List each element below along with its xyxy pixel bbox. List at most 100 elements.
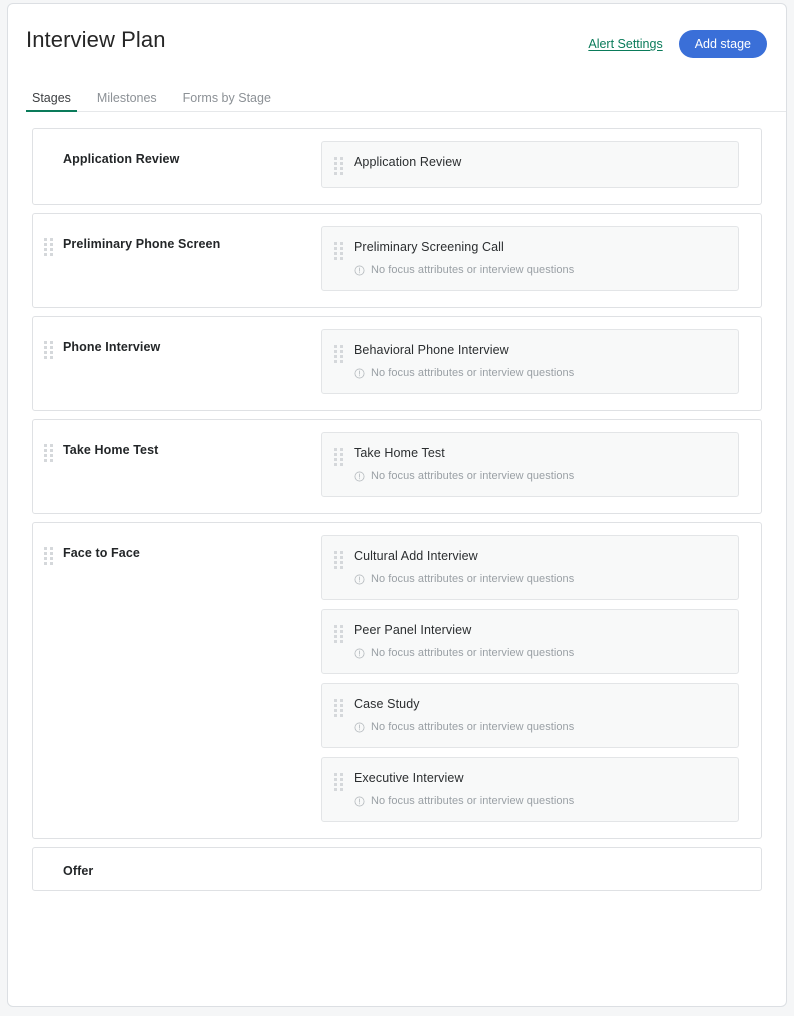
drag-dot bbox=[49, 356, 53, 359]
no-attributes-label: No focus attributes or interview questio… bbox=[371, 573, 575, 585]
drag-dot bbox=[43, 243, 47, 246]
drag-dot bbox=[333, 551, 337, 554]
stage-card[interactable]: Face to Face Cultural Add Interview No foc… bbox=[32, 522, 762, 839]
interview-item-title: Behavioral Phone Interview bbox=[354, 343, 509, 357]
no-attributes-label: No focus attributes or interview questio… bbox=[371, 264, 575, 276]
stage-drag-handle-slot bbox=[33, 237, 63, 256]
stage-header: Preliminary Phone Screen bbox=[33, 214, 321, 307]
interview-plan-panel: Interview Plan Alert Settings Add stage … bbox=[7, 3, 787, 1007]
stage-card[interactable]: Application Review Application Review bbox=[32, 128, 762, 205]
drag-dot bbox=[333, 566, 337, 569]
item-drag-handle-slot bbox=[322, 697, 354, 734]
stage-items: Cultural Add Interview No focus attribute… bbox=[321, 523, 761, 838]
tab-stages[interactable]: Stages bbox=[26, 91, 77, 112]
drag-dot bbox=[43, 454, 47, 457]
stage-items: Application Review bbox=[321, 129, 761, 204]
stage-drag-handle-icon[interactable] bbox=[43, 444, 53, 462]
drag-dot bbox=[339, 242, 343, 245]
drag-dot bbox=[339, 556, 343, 559]
stage-items: Take Home Test No focus attributes or int… bbox=[321, 420, 761, 513]
add-stage-button[interactable]: Add stage bbox=[678, 30, 767, 58]
interview-item-card[interactable]: Cultural Add Interview No focus attribute… bbox=[321, 535, 739, 600]
drag-dot bbox=[49, 552, 53, 555]
stage-card[interactable]: Phone Interview Behavioral Phone Intervie… bbox=[32, 316, 762, 411]
drag-dot bbox=[49, 562, 53, 565]
interview-item-meta: No focus attributes or interview questio… bbox=[354, 721, 726, 734]
item-drag-handle-slot bbox=[322, 771, 354, 808]
no-attributes-label: No focus attributes or interview questio… bbox=[371, 721, 575, 733]
item-drag-handle-icon[interactable] bbox=[333, 242, 343, 260]
drag-dot bbox=[339, 561, 343, 564]
drag-dot bbox=[49, 346, 53, 349]
drag-dot bbox=[43, 459, 47, 462]
interview-item-card[interactable]: Preliminary Screening Call No focus attri… bbox=[321, 226, 739, 291]
drag-dot bbox=[49, 351, 53, 354]
no-attributes-label: No focus attributes or interview questio… bbox=[371, 647, 575, 659]
item-drag-handle-icon[interactable] bbox=[333, 699, 343, 717]
tab-forms-by-stage[interactable]: Forms by Stage bbox=[177, 91, 277, 112]
drag-dot bbox=[43, 341, 47, 344]
item-drag-handle-icon[interactable] bbox=[333, 448, 343, 466]
item-drag-handle-slot bbox=[322, 155, 354, 175]
drag-dot bbox=[339, 463, 343, 466]
drag-dot bbox=[49, 248, 53, 251]
drag-dot bbox=[339, 773, 343, 776]
interview-item-title: Cultural Add Interview bbox=[354, 549, 478, 563]
interview-item-card[interactable]: Behavioral Phone Interview No focus attri… bbox=[321, 329, 739, 394]
header-actions: Alert Settings Add stage bbox=[588, 30, 767, 58]
item-drag-handle-icon[interactable] bbox=[333, 551, 343, 569]
stage-card[interactable]: Offer bbox=[32, 847, 762, 891]
info-icon bbox=[354, 471, 365, 482]
drag-dot bbox=[43, 238, 47, 241]
interview-item-card[interactable]: Case Study No focus attributes or intervi… bbox=[321, 683, 739, 748]
interview-item-title: Preliminary Screening Call bbox=[354, 240, 504, 254]
interview-item-title: Case Study bbox=[354, 697, 420, 711]
interview-item-body: Behavioral Phone Interview No focus attri… bbox=[354, 343, 738, 380]
drag-dot bbox=[333, 355, 337, 358]
stage-card[interactable]: Take Home Test Take Home Test No focus att… bbox=[32, 419, 762, 514]
drag-dot bbox=[333, 463, 337, 466]
stage-name: Offer bbox=[63, 864, 94, 878]
stage-drag-handle-icon[interactable] bbox=[43, 547, 53, 565]
drag-dot bbox=[333, 157, 337, 160]
interview-item-card[interactable]: Application Review bbox=[321, 141, 739, 188]
drag-dot bbox=[49, 459, 53, 462]
info-icon bbox=[354, 265, 365, 276]
drag-dot bbox=[43, 552, 47, 555]
interview-item-body: Preliminary Screening Call No focus attri… bbox=[354, 240, 738, 277]
tab-bar: Stages Milestones Forms by Stage bbox=[8, 82, 786, 112]
drag-dot bbox=[339, 453, 343, 456]
interview-item-card[interactable]: Executive Interview No focus attributes o… bbox=[321, 757, 739, 822]
drag-dot bbox=[339, 778, 343, 781]
drag-dot bbox=[49, 454, 53, 457]
interview-item-title: Executive Interview bbox=[354, 771, 464, 785]
stage-drag-handle-icon[interactable] bbox=[43, 238, 53, 256]
interview-item-card[interactable]: Take Home Test No focus attributes or int… bbox=[321, 432, 739, 497]
interview-item-body: Executive Interview No focus attributes o… bbox=[354, 771, 738, 808]
drag-dot bbox=[339, 247, 343, 250]
stage-header: Take Home Test bbox=[33, 420, 321, 513]
drag-dot bbox=[333, 640, 337, 643]
stage-list: Application Review Application Review Prel… bbox=[8, 112, 786, 891]
drag-dot bbox=[49, 243, 53, 246]
interview-item-card[interactable]: Peer Panel Interview No focus attributes … bbox=[321, 609, 739, 674]
drag-dot bbox=[333, 625, 337, 628]
stage-items: Behavioral Phone Interview No focus attri… bbox=[321, 317, 761, 410]
info-icon bbox=[354, 722, 365, 733]
item-drag-handle-icon[interactable] bbox=[333, 157, 343, 175]
drag-dot bbox=[333, 709, 337, 712]
alert-settings-link[interactable]: Alert Settings bbox=[588, 37, 662, 51]
drag-dot bbox=[333, 561, 337, 564]
drag-dot bbox=[43, 248, 47, 251]
stage-card[interactable]: Preliminary Phone Screen Preliminary Scre… bbox=[32, 213, 762, 308]
item-drag-handle-icon[interactable] bbox=[333, 625, 343, 643]
stage-header: Offer bbox=[33, 848, 321, 890]
item-drag-handle-icon[interactable] bbox=[333, 345, 343, 363]
drag-dot bbox=[49, 557, 53, 560]
no-attributes-label: No focus attributes or interview questio… bbox=[371, 367, 575, 379]
tab-milestones[interactable]: Milestones bbox=[91, 91, 163, 112]
item-drag-handle-icon[interactable] bbox=[333, 773, 343, 791]
drag-dot bbox=[339, 788, 343, 791]
drag-dot bbox=[339, 640, 343, 643]
stage-drag-handle-icon[interactable] bbox=[43, 341, 53, 359]
